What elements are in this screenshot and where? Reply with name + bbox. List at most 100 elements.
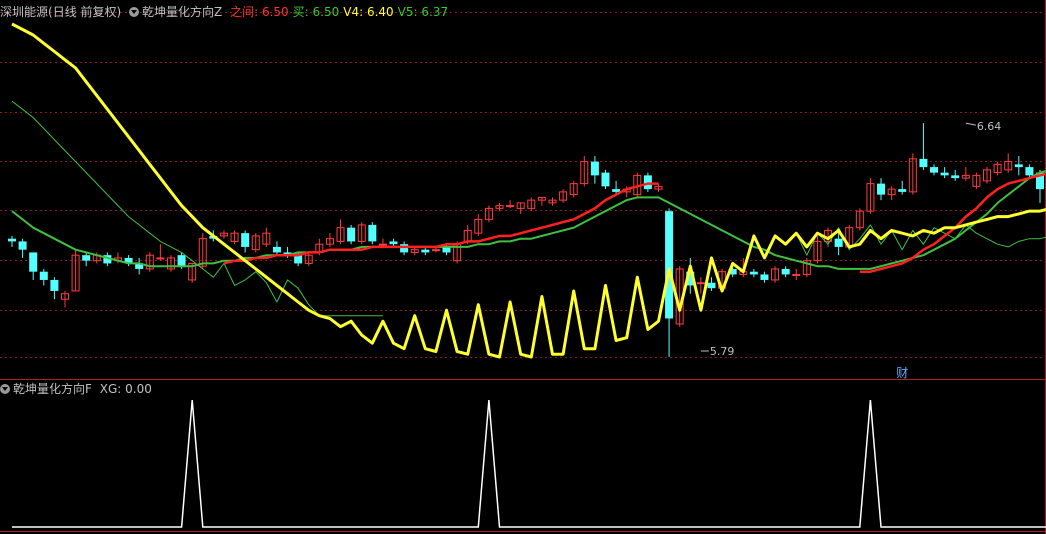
candle	[336, 219, 345, 245]
candle	[930, 164, 939, 176]
candle	[516, 202, 525, 214]
candle-body	[50, 279, 59, 291]
candle-body	[643, 175, 652, 190]
main-value-3: V5: 6.37	[398, 5, 448, 19]
candle	[474, 213, 483, 236]
indicator-menu-icon[interactable]	[129, 7, 140, 17]
candle-body	[760, 274, 769, 280]
indicator-line-2	[11, 170, 1046, 270]
candle-body	[792, 273, 801, 276]
candle	[908, 153, 917, 195]
candle-body	[82, 255, 91, 261]
stock-name: 深圳能源	[0, 5, 49, 19]
chart-canvas: 6.64 5.79 财	[0, 0, 1046, 534]
candle-body	[272, 246, 281, 253]
candle	[272, 241, 281, 256]
candle-body	[347, 227, 356, 242]
xg-signal-line	[12, 399, 1046, 528]
indicator-name[interactable]: 乾坤量化方向Z	[142, 5, 222, 19]
indicator-values: 之间: 6.50 买: 6.50 V4: 6.40 V5: 6.37	[230, 5, 452, 19]
sub-value-value: 0.00	[125, 382, 152, 396]
main-value-label: V4:	[343, 5, 367, 19]
signal-panel	[12, 399, 1046, 528]
candle	[421, 246, 430, 256]
candle-body	[368, 224, 377, 242]
candle	[951, 169, 960, 181]
candle	[972, 172, 981, 190]
candle-body	[421, 249, 430, 253]
candle-body	[951, 175, 960, 179]
main-value-label: 买:	[292, 5, 313, 19]
candle	[781, 266, 790, 278]
sub-panel-header: 乾坤量化方向F XG: 0.00	[0, 380, 160, 398]
candle-body	[1014, 164, 1023, 168]
candle	[230, 230, 239, 245]
candle	[29, 252, 38, 280]
candle-body	[400, 244, 409, 253]
sub-value-0: XG: 0.00	[100, 382, 152, 396]
candle	[866, 178, 875, 214]
candle	[1014, 156, 1023, 176]
candle	[1004, 153, 1013, 173]
candle	[802, 257, 811, 278]
candle	[495, 202, 504, 212]
candlesticks	[8, 123, 1044, 357]
candle	[410, 246, 419, 256]
main-value-label: V5:	[397, 5, 422, 19]
candle	[940, 167, 949, 179]
finance-marker: 财	[896, 366, 908, 380]
candle	[82, 252, 91, 267]
candle	[156, 244, 165, 261]
candle-body	[940, 172, 949, 176]
main-value-value: 6.37	[421, 5, 449, 19]
candle-body	[177, 255, 186, 267]
candle	[145, 252, 154, 272]
candle	[654, 183, 663, 192]
candle-body	[241, 233, 250, 247]
candle	[484, 205, 493, 223]
candle-body	[930, 167, 939, 173]
main-value-label: 之间:	[230, 5, 262, 19]
candle-body	[378, 243, 387, 246]
candle-body	[431, 249, 440, 252]
high-pointer	[965, 122, 976, 126]
sub-value-label: XG:	[99, 382, 126, 396]
candle	[887, 186, 896, 201]
candle	[760, 271, 769, 283]
candle-body	[919, 158, 928, 168]
sub-indicator-name[interactable]: 乾坤量化方向F	[13, 382, 92, 396]
candle	[898, 180, 907, 195]
high-price-label: 6.64	[977, 120, 1002, 133]
candle-body	[781, 268, 790, 275]
sub-indicator-menu-icon[interactable]	[0, 384, 10, 394]
candle-body	[612, 189, 621, 192]
candle-body	[601, 172, 610, 187]
candle	[166, 255, 175, 272]
candle-body	[590, 161, 599, 176]
indicator-line-0	[11, 22, 1046, 359]
candle-body	[389, 241, 398, 245]
candle	[601, 169, 610, 190]
main-value-value: 6.50	[261, 5, 289, 19]
candle-body	[18, 241, 27, 250]
candle	[219, 230, 228, 239]
candle-body	[707, 282, 716, 289]
candle	[548, 197, 557, 206]
candle	[569, 180, 578, 198]
candle-body	[749, 271, 758, 275]
candle-body	[1025, 167, 1034, 176]
candle-body	[898, 189, 907, 192]
candle	[537, 196, 546, 206]
candle-body	[8, 238, 16, 242]
candle	[506, 200, 515, 209]
sub-indicator-values: XG: 0.00	[100, 382, 156, 396]
candle	[643, 172, 652, 192]
candle	[527, 197, 536, 212]
candle	[241, 230, 250, 253]
candle	[251, 233, 260, 253]
candle	[325, 233, 334, 247]
candle	[813, 235, 822, 264]
annotations: 6.64 5.79 财	[700, 120, 1002, 380]
candle	[771, 266, 780, 283]
candle	[993, 161, 1002, 176]
